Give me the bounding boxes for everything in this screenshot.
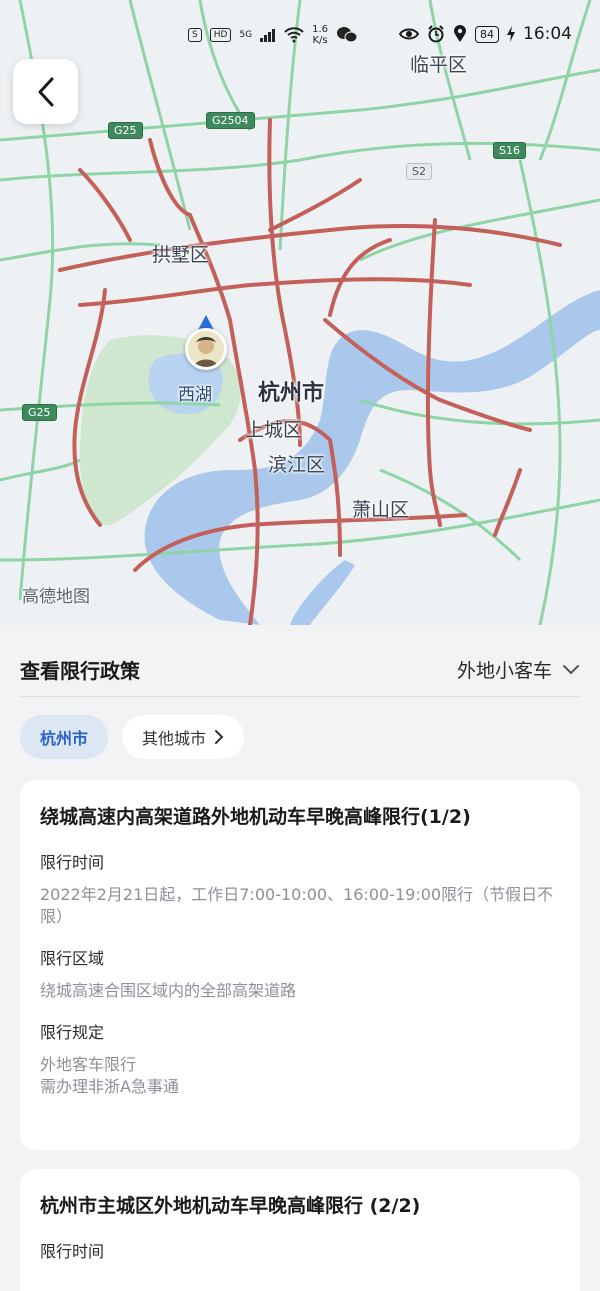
chip-current-city[interactable]: 杭州市	[20, 715, 109, 759]
area-value: 绕城高速合围区域内的全部高架道路	[40, 981, 297, 1000]
policy-title: 杭州市主城区外地机动车早晚高峰限行 (2/2)	[40, 1195, 421, 1217]
signal-icon	[260, 29, 276, 42]
road-network	[0, 0, 600, 625]
eye-icon	[399, 28, 419, 40]
rule-value-2: 需办理非浙A急事通	[40, 1077, 179, 1096]
chevron-right-icon	[215, 730, 224, 744]
district-label-gongshu: 拱墅区	[152, 244, 210, 266]
district-label-shangcheng: 上城区	[245, 419, 303, 441]
policy-title: 绕城高速内高架道路外地机动车早晚高峰限行(1/2)	[40, 806, 471, 828]
vehicle-type-selector[interactable]: 外地小客车	[457, 656, 580, 683]
road-shield-s2: S2	[406, 163, 432, 180]
current-location-marker[interactable]	[183, 314, 229, 374]
map-base-layer	[0, 0, 600, 625]
panel-title: 查看限行政策	[20, 659, 140, 683]
city-chips: 杭州市 其他城市	[20, 715, 245, 759]
header-divider	[20, 696, 580, 697]
hd-badge: HD	[209, 28, 232, 42]
status-right-group: 84 16:04	[399, 24, 572, 44]
wifi-icon	[284, 27, 304, 43]
city-label-hangzhou: 杭州市	[258, 381, 325, 406]
time-label: 限行时间	[40, 1242, 105, 1261]
river-branch	[290, 560, 355, 625]
district-label-binjiang: 滨江区	[268, 454, 326, 476]
chip-other-cities[interactable]: 其他城市	[122, 715, 245, 759]
time-label: 限行时间	[40, 853, 105, 872]
battery-level: 84	[475, 25, 499, 43]
map-view[interactable]: G25 G2504 S16 S2 G25 临平区 拱墅区 西湖 杭州市 上城区 …	[0, 0, 600, 625]
panel-header: 查看限行政策 外地小客车	[20, 655, 580, 684]
clock-time: 16:04	[523, 24, 572, 44]
chevron-down-icon	[563, 664, 579, 674]
status-left-group: S HD 5G 1.6 K/s	[188, 24, 358, 46]
chip-other-cities-label: 其他城市	[142, 729, 207, 748]
status-bar: S HD 5G 1.6 K/s 84 16:04	[0, 0, 600, 60]
back-arrow-icon	[38, 77, 53, 106]
road-shield-g25: G25	[108, 122, 143, 139]
rule-label: 限行规定	[40, 1023, 105, 1042]
road-shield-s16: S16	[493, 142, 526, 159]
road-shield-g2504: G2504	[206, 112, 255, 129]
map-provider-watermark: 高德地图	[22, 587, 90, 607]
poi-label-xihu: 西湖	[178, 385, 212, 405]
policy-card-2[interactable]: 杭州市主城区外地机动车早晚高峰限行 (2/2) 限行时间	[20, 1169, 580, 1291]
road-shield-g25-west: G25	[22, 404, 57, 421]
time-value: 2022年2月21日起，工作日7:00-10:00、16:00-19:00限行（…	[40, 885, 554, 926]
network-speed: 1.6 K/s	[312, 24, 329, 46]
location-icon	[454, 25, 466, 42]
restriction-panel: 查看限行政策 外地小客车 杭州市 其他城市 绕城高速内高架道路外地机动车早晚高峰…	[0, 625, 600, 1291]
charging-icon	[507, 26, 515, 42]
alarm-icon	[428, 25, 444, 43]
wechat-icon	[337, 27, 358, 43]
area-label: 限行区域	[40, 949, 105, 968]
district-label-xiaoshan: 萧山区	[352, 499, 410, 521]
user-avatar	[185, 328, 227, 370]
vehicle-type-label: 外地小客车	[456, 660, 552, 682]
sim-badge: S	[188, 28, 202, 42]
policy-card-1[interactable]: 绕城高速内高架道路外地机动车早晚高峰限行(1/2) 限行时间 2022年2月21…	[20, 780, 580, 1150]
back-button[interactable]	[13, 59, 78, 124]
rule-value-1: 外地客车限行	[40, 1055, 137, 1074]
network-type: 5G	[239, 30, 253, 40]
